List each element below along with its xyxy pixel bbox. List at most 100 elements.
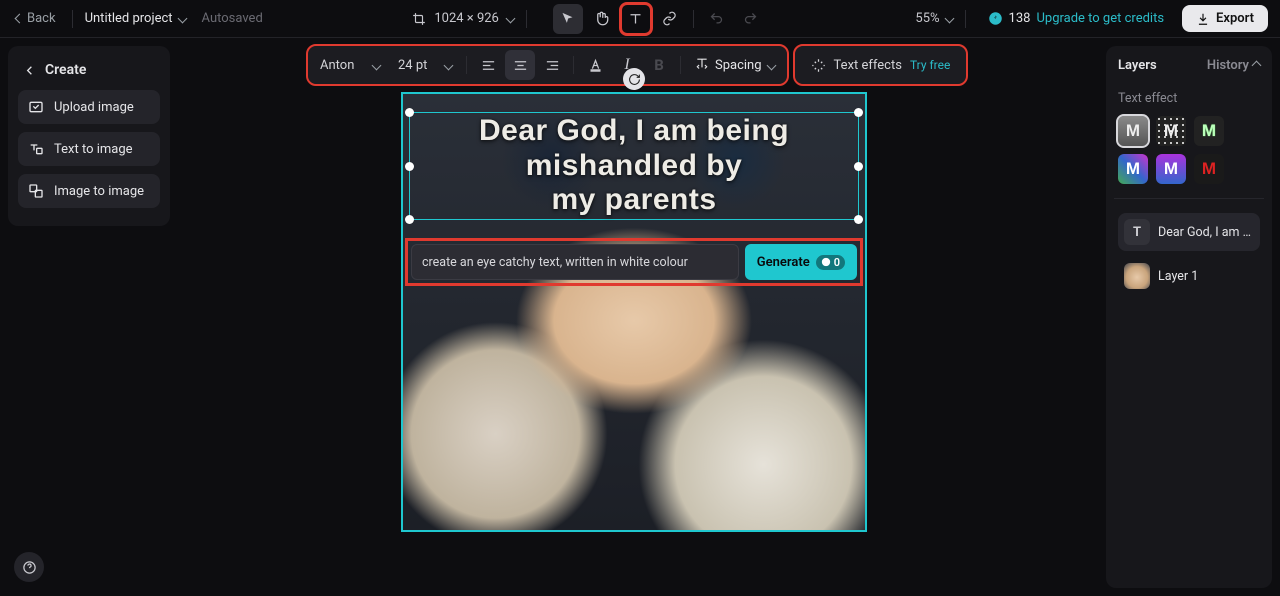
credits-count: 138 bbox=[1009, 11, 1031, 26]
divider bbox=[72, 10, 73, 28]
layer-row-image[interactable]: Layer 1 bbox=[1118, 257, 1260, 295]
bold-button[interactable]: B bbox=[644, 50, 674, 80]
align-left-button[interactable] bbox=[473, 50, 503, 80]
effect-swatch-3[interactable]: M bbox=[1194, 116, 1224, 146]
text-to-image-icon bbox=[28, 141, 44, 157]
link-tool[interactable] bbox=[655, 4, 685, 34]
chevron-down-icon bbox=[944, 14, 954, 24]
prompt-value: create an eye catchy text, written in wh… bbox=[422, 255, 688, 270]
resize-handle-ml[interactable] bbox=[405, 162, 414, 171]
generate-label: Generate bbox=[757, 255, 810, 270]
download-icon bbox=[1196, 12, 1210, 26]
text-effects-group: Text effects Try free bbox=[795, 46, 967, 84]
resize-handle-tr[interactable] bbox=[854, 108, 863, 117]
align-right-icon bbox=[545, 58, 560, 73]
font-size-dropdown[interactable]: 24 pt bbox=[390, 54, 460, 77]
effect-swatch-1[interactable]: M bbox=[1118, 116, 1148, 146]
link-icon bbox=[662, 11, 677, 26]
project-name-dropdown[interactable]: Untitled project bbox=[85, 11, 186, 26]
image-frame: Dear God, I am being mishandled by my pa… bbox=[401, 92, 867, 532]
create-label: Create bbox=[45, 62, 86, 78]
credits-group: 138 Upgrade to get credits bbox=[988, 11, 1165, 26]
canvas[interactable]: Dear God, I am being mishandled by my pa… bbox=[401, 92, 867, 532]
effect-swatch-4[interactable]: M bbox=[1118, 154, 1148, 184]
dimensions-value: 1024 × 926 bbox=[434, 11, 499, 26]
font-family-dropdown[interactable]: Anton bbox=[312, 54, 388, 77]
resize-handle-bl[interactable] bbox=[405, 215, 414, 224]
crop-icon bbox=[412, 12, 426, 26]
text-effect-section-title: Text effect bbox=[1118, 91, 1260, 106]
font-size-value: 24 pt bbox=[398, 58, 427, 73]
prompt-input[interactable]: create an eye catchy text, written in wh… bbox=[411, 244, 739, 280]
canvas-dimensions[interactable]: 1024 × 926 bbox=[412, 11, 514, 26]
overlay-line-2: my parents bbox=[551, 183, 716, 216]
resize-handle-br[interactable] bbox=[854, 215, 863, 224]
export-button[interactable]: Export bbox=[1182, 5, 1268, 32]
text-color-button[interactable] bbox=[580, 50, 610, 80]
chevron-down-icon bbox=[444, 60, 454, 70]
cursor-tool[interactable] bbox=[553, 4, 583, 34]
chevron-down-icon bbox=[372, 60, 382, 70]
i2i-label: Image to image bbox=[54, 184, 144, 199]
text-effect-grid: M M M M M M bbox=[1118, 116, 1260, 184]
zoom-dropdown[interactable]: 55% bbox=[915, 11, 952, 26]
spacing-dropdown[interactable]: Spacing bbox=[687, 54, 783, 77]
upgrade-link[interactable]: Upgrade to get credits bbox=[1036, 11, 1164, 26]
t2i-label: Text to image bbox=[54, 142, 133, 157]
text-to-image-button[interactable]: Text to image bbox=[18, 132, 160, 166]
tab-layers[interactable]: Layers bbox=[1118, 58, 1157, 73]
text-effects-button[interactable]: Text effects Try free bbox=[799, 52, 963, 79]
upload-icon bbox=[28, 99, 44, 115]
tab-history[interactable]: History bbox=[1207, 58, 1260, 73]
align-left-icon bbox=[481, 58, 496, 73]
top-bar: Back Untitled project Autosaved 1024 × 9… bbox=[0, 0, 1280, 38]
effect-swatch-6[interactable]: M bbox=[1194, 154, 1224, 184]
chevron-down-icon bbox=[177, 14, 187, 24]
undo-icon bbox=[709, 11, 724, 26]
layer-text-label: Dear God, I am b… bbox=[1158, 225, 1254, 240]
credits-icon bbox=[821, 257, 831, 267]
resize-handle-mr[interactable] bbox=[854, 162, 863, 171]
undo-button[interactable] bbox=[702, 4, 732, 34]
generate-button[interactable]: Generate 0 bbox=[745, 244, 857, 280]
image-to-image-icon bbox=[28, 183, 44, 199]
upload-image-button[interactable]: Upload image bbox=[18, 90, 160, 124]
back-button[interactable]: Back bbox=[12, 7, 60, 30]
chevron-up-icon bbox=[1252, 61, 1262, 71]
text-icon bbox=[628, 11, 643, 26]
generate-cost-badge: 0 bbox=[816, 255, 845, 270]
divider bbox=[526, 10, 527, 28]
autosaved-status: Autosaved bbox=[202, 11, 263, 26]
text-selection-box[interactable]: Dear God, I am being mishandled by my pa… bbox=[409, 112, 859, 220]
overlay-text[interactable]: Dear God, I am being mishandled by my pa… bbox=[414, 117, 854, 215]
prompt-bar: create an eye catchy text, written in wh… bbox=[411, 244, 857, 280]
divider bbox=[680, 56, 681, 74]
layer-row-text[interactable]: T Dear God, I am b… bbox=[1118, 213, 1260, 251]
create-header[interactable]: Create bbox=[18, 56, 160, 90]
project-name: Untitled project bbox=[85, 11, 173, 26]
rotate-handle[interactable] bbox=[623, 68, 645, 90]
left-sidebar: Create Upload image Text to image Image … bbox=[8, 46, 170, 226]
image-layer-thumb bbox=[1124, 263, 1150, 289]
effect-swatch-2[interactable]: M bbox=[1156, 116, 1186, 146]
text-tool[interactable] bbox=[621, 4, 651, 34]
align-center-button[interactable] bbox=[505, 50, 535, 80]
spacing-icon bbox=[695, 58, 709, 72]
resize-handle-tl[interactable] bbox=[405, 108, 414, 117]
cursor-icon bbox=[560, 11, 575, 26]
hand-tool[interactable] bbox=[587, 4, 617, 34]
rotate-icon bbox=[628, 73, 641, 86]
align-right-button[interactable] bbox=[537, 50, 567, 80]
effect-swatch-5[interactable]: M bbox=[1156, 154, 1186, 184]
arrow-left-icon bbox=[22, 63, 37, 78]
image-to-image-button[interactable]: Image to image bbox=[18, 174, 160, 208]
tool-group bbox=[553, 4, 766, 34]
sparkle-icon bbox=[811, 58, 826, 73]
layer-image-label: Layer 1 bbox=[1158, 269, 1254, 284]
right-panel: Layers History Text effect M M M M M M T… bbox=[1106, 46, 1272, 588]
text-layer-icon: T bbox=[1124, 219, 1150, 245]
redo-button[interactable] bbox=[736, 4, 766, 34]
help-button[interactable] bbox=[14, 552, 44, 582]
help-icon bbox=[22, 560, 37, 575]
zoom-value: 55% bbox=[915, 11, 939, 26]
